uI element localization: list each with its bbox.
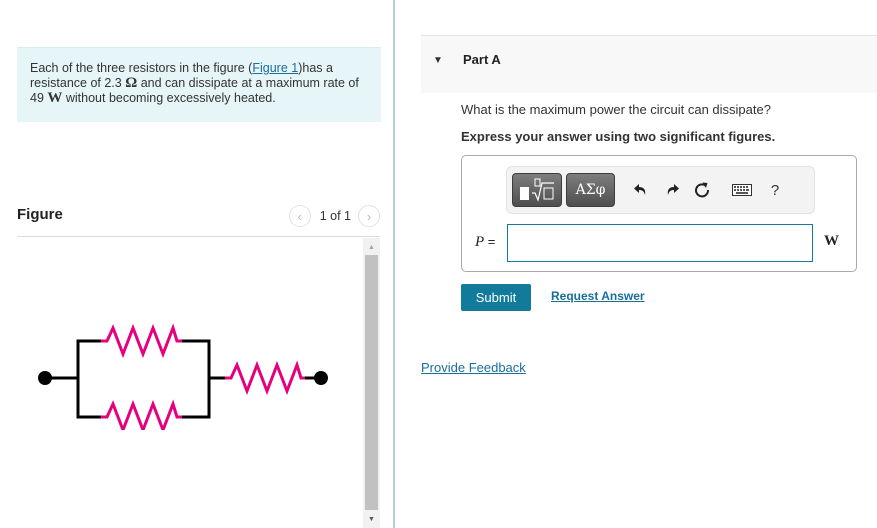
- request-answer-link[interactable]: Request Answer: [551, 289, 645, 303]
- part-a-header[interactable]: ▼ Part A: [421, 35, 877, 93]
- redo-icon: [667, 184, 679, 195]
- redo-button[interactable]: [662, 180, 682, 200]
- submit-button[interactable]: Submit: [461, 284, 531, 311]
- reset-icon: [695, 182, 710, 198]
- part-title: Part A: [463, 52, 501, 67]
- figure-scrollbar[interactable]: ▲ ▼: [363, 238, 380, 528]
- wire: [180, 339, 211, 419]
- chevron-right-icon: ›: [366, 208, 372, 224]
- resistor-series: [225, 360, 305, 396]
- answer-input[interactable]: [507, 224, 813, 262]
- left-panel: Each of the three resistors in the figur…: [0, 0, 393, 528]
- problem-statement: Each of the three resistors in the figur…: [17, 47, 381, 122]
- figure-header: Figure ‹ 1 of 1 ›: [17, 200, 380, 237]
- ohm-symbol: Ω: [125, 75, 138, 91]
- equals-sign: =: [484, 234, 496, 249]
- resistor-bottom: [101, 399, 182, 430]
- reset-button[interactable]: [692, 180, 712, 200]
- figure-pager: ‹ 1 of 1 ›: [288, 205, 380, 227]
- math-toolbar: ΑΣφ ?: [506, 166, 815, 214]
- figure-title: Figure: [17, 206, 63, 223]
- problem-text: without becoming excessively heated.: [62, 91, 276, 105]
- figure-link[interactable]: Figure 1: [252, 61, 298, 75]
- chevron-left-icon: ‹: [297, 208, 302, 224]
- variable-symbol: P: [475, 234, 485, 250]
- help-button[interactable]: ?: [765, 180, 785, 200]
- keyboard-icon: [732, 184, 752, 196]
- unit-label: W: [824, 233, 839, 249]
- question-text: What is the maximum power the circuit ca…: [461, 102, 771, 117]
- watt-symbol: W: [47, 90, 63, 106]
- greek-symbols-button[interactable]: ΑΣφ: [566, 173, 615, 207]
- terminal-right: [314, 371, 328, 385]
- variable-label: P =: [475, 234, 495, 251]
- wire: [76, 339, 103, 419]
- scrollbar-thumb[interactable]: [365, 255, 378, 510]
- undo-button[interactable]: [631, 180, 651, 200]
- instruction-text: Express your answer using two significan…: [461, 129, 776, 144]
- caret-down-icon: ▼: [433, 55, 443, 66]
- templates-root-icon: [520, 178, 554, 202]
- scroll-up-arrow[interactable]: ▲: [363, 240, 380, 254]
- problem-text: Each of the three resistors in the figur…: [30, 61, 253, 75]
- undo-icon: [634, 184, 646, 195]
- keyboard-button[interactable]: [732, 180, 752, 200]
- next-figure-button[interactable]: ›: [358, 205, 380, 227]
- prev-figure-button[interactable]: ‹: [288, 205, 311, 227]
- answer-box: ΑΣφ ? P = W: [461, 155, 857, 272]
- provide-feedback-link[interactable]: Provide Feedback: [421, 360, 526, 375]
- panel-divider[interactable]: [393, 0, 395, 528]
- resistor-top: [101, 323, 182, 359]
- pager-text: 1 of 1: [319, 209, 351, 223]
- terminal-left: [38, 371, 52, 385]
- scroll-down-arrow[interactable]: ▼: [363, 512, 380, 526]
- circuit-diagram: [38, 323, 328, 430]
- templates-button[interactable]: [512, 173, 562, 207]
